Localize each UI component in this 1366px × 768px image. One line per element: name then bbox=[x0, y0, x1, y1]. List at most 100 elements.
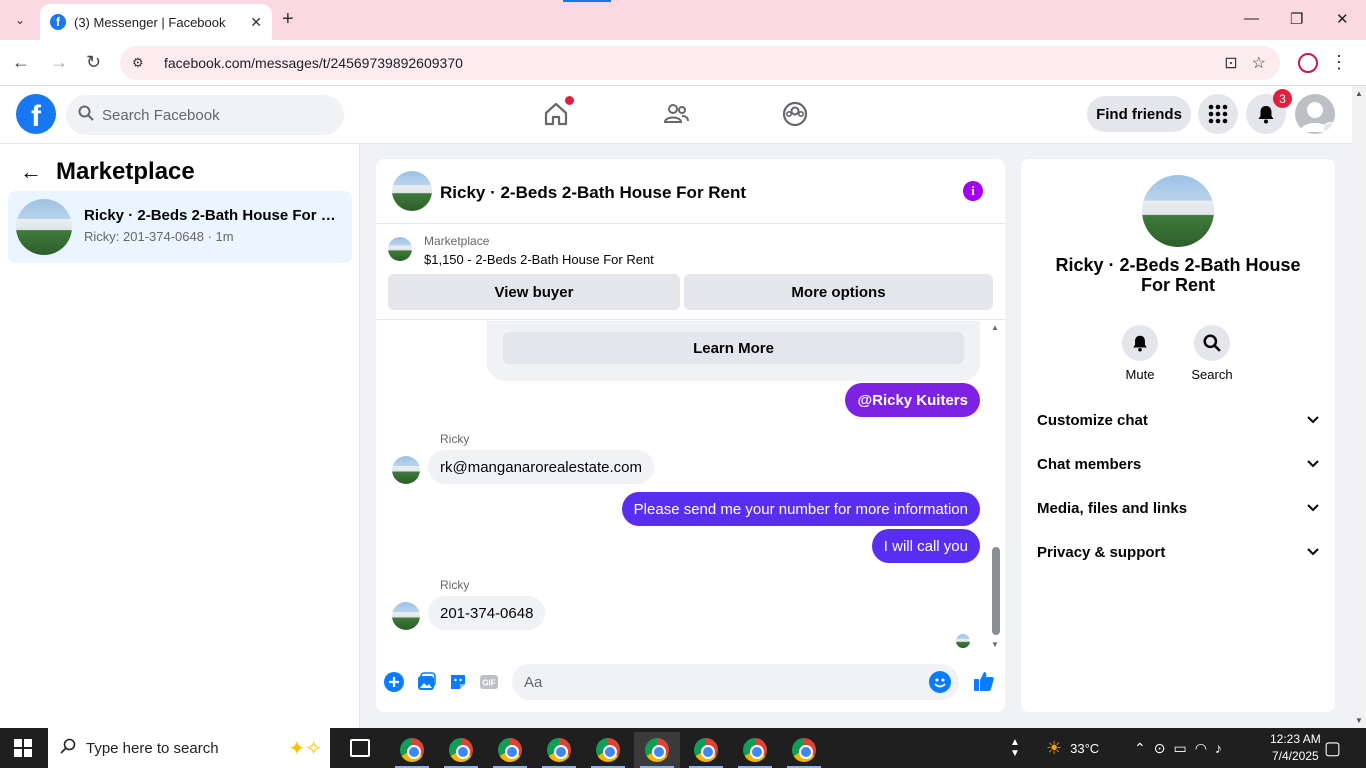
url-text[interactable]: facebook.com/messages/t/2456973989260937… bbox=[164, 55, 1224, 71]
system-tray-icons[interactable]: ⌃ ⊙ ▭ ◠ ♪ bbox=[1134, 728, 1230, 768]
windows-start-icon[interactable] bbox=[14, 739, 32, 757]
battery-icon[interactable]: ▭ bbox=[1173, 740, 1194, 757]
message-bubble-outgoing[interactable]: Please send me your number for more info… bbox=[621, 492, 980, 526]
notification-center-icon[interactable]: ▢ bbox=[1324, 728, 1341, 768]
chrome-taskbar-icon[interactable] bbox=[438, 732, 484, 768]
search-action[interactable]: Search bbox=[1182, 325, 1242, 382]
learn-more-button[interactable]: Learn More bbox=[503, 332, 964, 364]
task-view-icon[interactable] bbox=[350, 739, 370, 757]
plus-circle-icon[interactable] bbox=[383, 671, 405, 693]
chrome-taskbar-icon[interactable] bbox=[585, 732, 631, 768]
friends-nav-icon[interactable] bbox=[662, 100, 690, 128]
chat-list-sidebar: ← Marketplace Ricky · 2-Beds 2-Bath Hous… bbox=[0, 144, 360, 728]
message-bubble-incoming[interactable]: 201-374-0648 bbox=[428, 596, 546, 630]
home-nav-icon[interactable] bbox=[542, 96, 574, 128]
sender-avatar[interactable] bbox=[392, 456, 420, 484]
message-bubble-outgoing[interactable]: I will call you bbox=[871, 529, 980, 563]
facebook-logo-icon[interactable]: f bbox=[16, 94, 56, 134]
taskbar-clock[interactable]: 12:23 AM 7/4/2025 bbox=[1270, 731, 1321, 765]
volume-icon[interactable]: ♪ bbox=[1215, 740, 1230, 756]
close-window-icon[interactable]: ✕ bbox=[1336, 10, 1349, 28]
chat-header: Ricky · 2-Beds 2-Bath House For Rent i bbox=[376, 159, 1005, 224]
chat-members-section[interactable]: Chat members bbox=[1037, 446, 1319, 482]
message-input-box[interactable] bbox=[512, 664, 959, 700]
new-tab-button[interactable]: + bbox=[282, 8, 294, 31]
listing-title[interactable]: $1,150 - 2-Beds 2-Bath House For Rent bbox=[424, 252, 654, 267]
emoji-icon[interactable] bbox=[929, 671, 951, 693]
facebook-search-input[interactable] bbox=[102, 106, 322, 124]
meet-now-icon[interactable]: ⊙ bbox=[1154, 740, 1174, 757]
taskbar-search[interactable]: Type here to search ✦✧ bbox=[48, 728, 330, 768]
chrome-taskbar-icon[interactable] bbox=[634, 732, 680, 768]
scroll-down-icon[interactable]: ▼ bbox=[1355, 716, 1363, 725]
more-options-button[interactable]: More options bbox=[684, 274, 993, 310]
conversation-item[interactable]: Ricky · 2-Beds 2-Bath House For R... Ric… bbox=[8, 191, 352, 263]
chat-title[interactable]: Ricky · 2-Beds 2-Bath House For Rent bbox=[440, 183, 746, 203]
notifications-bell-icon[interactable]: 3 bbox=[1246, 89, 1292, 134]
scroll-up-icon[interactable]: ▲ bbox=[1355, 89, 1363, 98]
taskbar-scroll-icon[interactable]: ▲ ▼ bbox=[1010, 728, 1020, 768]
chat-avatar[interactable] bbox=[392, 171, 432, 211]
gif-icon[interactable]: GIF bbox=[478, 671, 500, 693]
chrome-taskbar-icon[interactable] bbox=[781, 732, 827, 768]
address-bar[interactable]: ⚙ facebook.com/messages/t/24569739892609… bbox=[120, 46, 1280, 80]
menu-grid-icon[interactable] bbox=[1198, 94, 1238, 134]
message-bubble-outgoing[interactable]: @Ricky Kuiters bbox=[845, 383, 980, 417]
chrome-taskbar-icon[interactable] bbox=[389, 732, 435, 768]
svg-text:GIF: GIF bbox=[482, 679, 495, 688]
close-tab-icon[interactable]: ✕ bbox=[250, 14, 262, 31]
message-scrollbar[interactable]: ▲ ▼ bbox=[990, 321, 1002, 651]
photo-icon[interactable] bbox=[415, 671, 437, 693]
install-app-icon[interactable]: ⊡ bbox=[1224, 53, 1237, 73]
privacy-support-section[interactable]: Privacy & support bbox=[1037, 534, 1319, 570]
search-icon[interactable] bbox=[1194, 325, 1230, 361]
chrome-taskbar-icon[interactable] bbox=[536, 732, 582, 768]
thumbs-up-icon[interactable] bbox=[972, 669, 996, 693]
restore-window-icon[interactable]: ❐ bbox=[1290, 10, 1303, 28]
tab-search-dropdown[interactable]: ⌄ bbox=[6, 6, 34, 34]
browser-profile-icon[interactable] bbox=[1298, 53, 1318, 73]
site-info-icon[interactable]: ⚙ bbox=[132, 55, 152, 71]
browser-tab-messenger[interactable]: f (3) Messenger | Facebook ✕ bbox=[40, 4, 272, 40]
weather-widget[interactable]: ☀ 33°C bbox=[1046, 728, 1099, 768]
mute-action[interactable]: Mute bbox=[1110, 325, 1170, 382]
chevron-down-icon bbox=[1307, 457, 1319, 471]
forward-arrow-icon[interactable]: → bbox=[50, 52, 68, 73]
conversation-info-icon[interactable]: i bbox=[963, 181, 983, 201]
find-friends-button[interactable]: Find friends bbox=[1087, 96, 1191, 132]
sidebar-title: Marketplace bbox=[56, 158, 195, 185]
facebook-search[interactable] bbox=[66, 95, 344, 135]
view-buyer-button[interactable]: View buyer bbox=[388, 274, 680, 310]
scrollbar-thumb[interactable] bbox=[992, 547, 1000, 635]
media-files-links-section[interactable]: Media, files and links bbox=[1037, 490, 1319, 526]
seen-receipt-avatar bbox=[956, 634, 970, 648]
scroll-down-icon[interactable]: ▼ bbox=[991, 640, 999, 649]
browser-toolbar: ← → ↻ ⚙ facebook.com/messages/t/24569739… bbox=[0, 40, 1366, 86]
bell-icon[interactable] bbox=[1122, 325, 1158, 361]
reload-icon[interactable]: ↻ bbox=[86, 52, 101, 73]
page-scrollbar[interactable]: ▲ ▼ bbox=[1352, 86, 1366, 728]
show-hidden-icons-chevron-icon[interactable]: ⌃ bbox=[1134, 740, 1154, 757]
groups-nav-icon[interactable] bbox=[781, 100, 809, 128]
details-name: Ricky · 2-Beds 2-Bath House For Rent bbox=[1055, 255, 1301, 295]
back-arrow-icon[interactable]: ← bbox=[20, 159, 42, 185]
account-avatar[interactable]: ⌄ bbox=[1295, 94, 1335, 134]
bookmark-star-icon[interactable]: ☆ bbox=[1252, 53, 1266, 73]
details-avatar[interactable] bbox=[1142, 175, 1214, 247]
back-arrow-icon[interactable]: ← bbox=[12, 52, 30, 73]
sticker-icon[interactable] bbox=[447, 671, 469, 693]
chrome-taskbar-icon[interactable] bbox=[683, 732, 729, 768]
minimize-window-icon[interactable]: — bbox=[1244, 10, 1259, 27]
browser-menu-icon[interactable]: ⋮ bbox=[1330, 52, 1348, 73]
chrome-taskbar-icon[interactable] bbox=[732, 732, 778, 768]
scroll-up-icon[interactable]: ▲ bbox=[991, 323, 999, 332]
listing-thumbnail bbox=[388, 237, 412, 261]
wifi-icon[interactable]: ◠ bbox=[1195, 740, 1215, 757]
message-input[interactable] bbox=[524, 673, 904, 691]
sender-avatar[interactable] bbox=[392, 602, 420, 630]
search-icon bbox=[60, 738, 76, 758]
browser-tab-bar: ⌄ f (3) Messenger | Facebook ✕ + — ❐ ✕ bbox=[0, 0, 1366, 40]
message-bubble-incoming[interactable]: rk@manganarorealestate.com bbox=[428, 450, 654, 484]
chrome-taskbar-icon[interactable] bbox=[487, 732, 533, 768]
customize-chat-section[interactable]: Customize chat bbox=[1037, 402, 1319, 438]
